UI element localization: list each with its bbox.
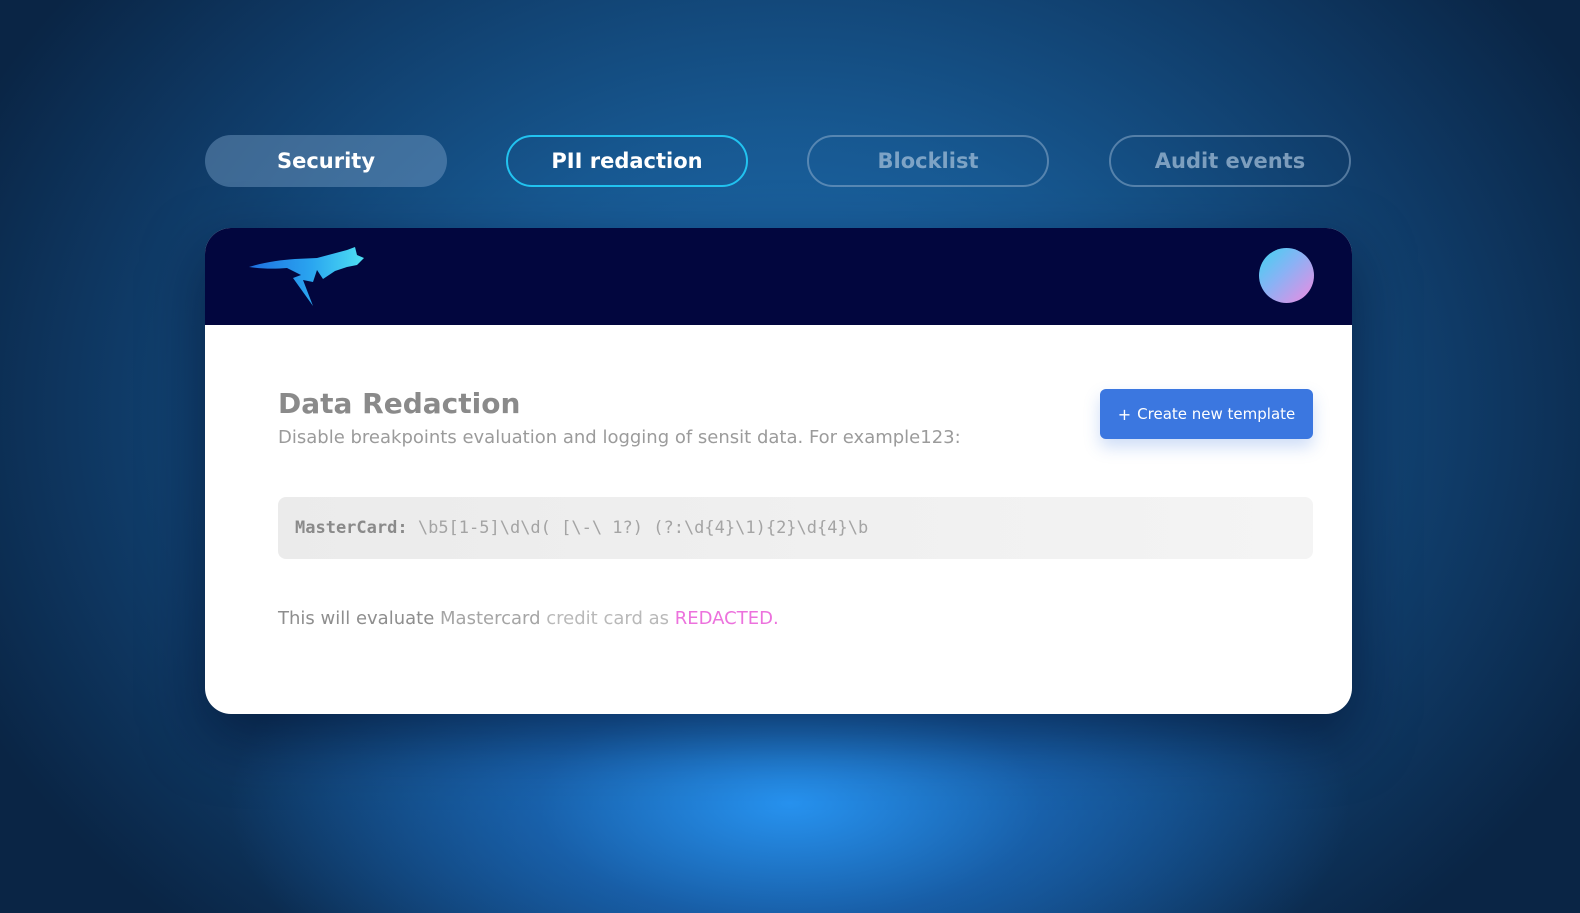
tab-bar: Security PII redaction Blocklist Audit e… xyxy=(205,135,1352,187)
plus-icon: + xyxy=(1117,404,1132,424)
note-text-3: credit card as xyxy=(546,608,670,629)
tab-blocklist[interactable]: Blocklist xyxy=(807,135,1049,187)
page-title: Data Redaction xyxy=(278,387,521,420)
card-header xyxy=(205,228,1352,325)
create-template-label: Create new template xyxy=(1137,405,1296,423)
user-avatar[interactable] xyxy=(1259,248,1314,303)
redaction-card: Data Redaction Disable breakpoints evalu… xyxy=(205,228,1352,714)
tab-pii-redaction[interactable]: PII redaction xyxy=(506,135,748,187)
page-background: { "tabs": [ {"label": "Security", "state… xyxy=(0,0,1580,913)
card-body: Data Redaction Disable breakpoints evalu… xyxy=(205,325,1352,714)
regex-label: MasterCard: xyxy=(295,518,408,538)
cheetah-lightning-logo-icon xyxy=(249,247,364,306)
note-text-2: Mastercard xyxy=(440,608,541,629)
note-text-1: This will evaluate xyxy=(278,608,435,629)
create-template-button[interactable]: + Create new template xyxy=(1100,389,1313,439)
evaluation-note: This will evaluate Mastercard credit car… xyxy=(278,608,779,629)
tab-security[interactable]: Security xyxy=(205,135,447,187)
redacted-highlight: REDACTED. xyxy=(674,608,779,629)
regex-pattern: \b5[1-5]\d\d( [\-\ 1?) (?:\d{4}\1){2}\d{… xyxy=(417,518,869,538)
page-subtitle: Disable breakpoints evaluation and loggi… xyxy=(278,427,961,448)
tab-audit-events[interactable]: Audit events xyxy=(1109,135,1351,187)
regex-code-box[interactable]: MasterCard: \b5[1-5]\d\d( [\-\ 1?) (?:\d… xyxy=(278,497,1313,559)
